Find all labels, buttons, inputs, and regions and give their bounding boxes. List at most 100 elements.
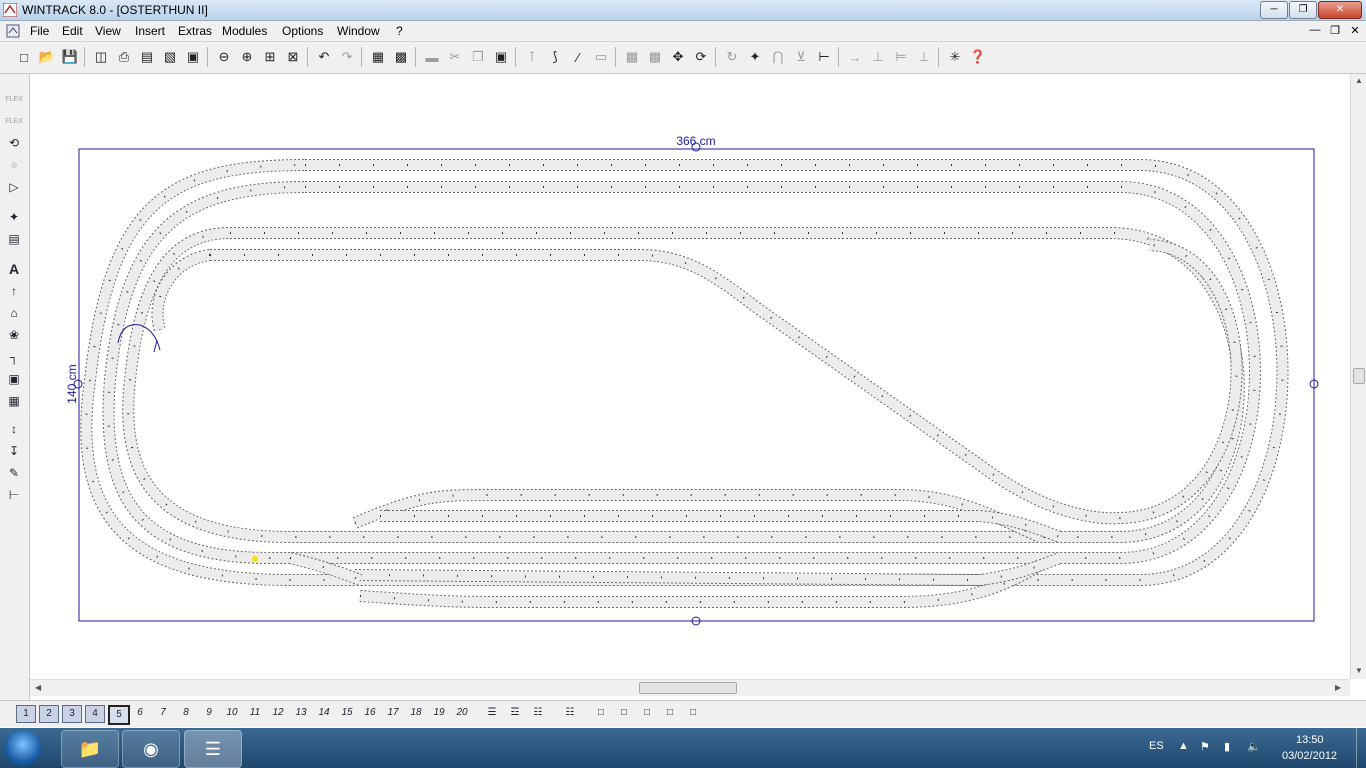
layer-17-button[interactable]: 17 [384,705,402,721]
print-preview-icon[interactable]: ◫ [91,47,111,67]
scenery-tool[interactable]: ❀ [4,326,24,344]
layer-11-button[interactable]: 11 [246,705,264,721]
frame-tool[interactable]: ⊢ [4,486,24,504]
menu-window[interactable]: Window [337,24,380,38]
menu-edit[interactable]: Edit [62,24,83,38]
redo-icon[interactable]: ↷ [337,47,357,67]
layer-19-button[interactable]: 19 [430,705,448,721]
layer-10-button[interactable]: 10 [223,705,241,721]
building-tool[interactable]: ⌂ [4,304,24,322]
pencil-tool[interactable]: ✎ [4,464,24,482]
switch-icon[interactable]: ⊺ [522,47,542,67]
clock-time[interactable]: 13:50 [1296,734,1324,746]
layer-color-icon[interactable]: ☲ [506,705,524,721]
print-setup-icon[interactable]: ▤ [137,47,157,67]
zoom-in-icon[interactable]: ⊕ [237,47,257,67]
network-icon[interactable]: ▮ [1224,740,1230,753]
view-1-icon[interactable]: □ [592,705,610,721]
scroll-left-icon[interactable]: ◀ [35,683,41,692]
view-3-icon[interactable]: □ [638,705,656,721]
view-5-icon[interactable]: □ [684,705,702,721]
doc-restore-button[interactable]: ❐ [1328,24,1342,37]
scroll-up-icon[interactable]: ▲ [1355,76,1363,85]
layer-1-button[interactable]: 1 [16,705,36,723]
cut-icon[interactable]: ✂ [445,47,465,67]
terrain-tool[interactable]: ▣ [4,370,24,388]
join-icon[interactable]: → [845,47,865,67]
open-icon[interactable]: 📂 [37,47,57,67]
copy-icon[interactable]: ❐ [468,47,488,67]
layers-stack-icon[interactable]: ☰ [483,705,501,721]
horizontal-scrollbar[interactable]: ◀ ▶ [30,679,1350,696]
crossing-tool[interactable]: ▷ [4,178,24,196]
menu-options[interactable]: Options [282,24,323,38]
help-icon[interactable]: ❓ [968,47,988,67]
layer-4-button[interactable]: 4 [85,705,105,723]
minimize-button[interactable]: ─ [1260,1,1288,19]
document-icon[interactable] [6,24,20,38]
connect-icon[interactable]: ⋂ [768,47,788,67]
maximize-button[interactable]: ❐ [1289,1,1317,19]
group-icon[interactable]: ▩ [622,47,642,67]
insert-track-icon[interactable]: ✦ [745,47,765,67]
layer-20-button[interactable]: 20 [453,705,471,721]
move-icon[interactable]: ✥ [668,47,688,67]
measure-icon[interactable]: ✳ [945,47,965,67]
language-indicator[interactable]: ES [1149,740,1164,752]
menu-help[interactable]: ? [396,24,403,38]
layer-8-button[interactable]: 8 [177,705,195,721]
chrome-icon[interactable]: ◉ [122,730,180,768]
layer-3-button[interactable]: 3 [62,705,82,723]
start-button[interactable] [5,730,41,766]
platform-tool[interactable]: ▤ [4,230,24,248]
layer-12-button[interactable]: 12 [269,705,287,721]
zoom-window-icon[interactable]: ⊞ [260,47,280,67]
layer-18-button[interactable]: 18 [407,705,425,721]
paste-icon[interactable]: ▣ [491,47,511,67]
flex-track-icon[interactable]: ∕ [568,47,588,67]
grid-icon[interactable]: ⊨ [891,47,911,67]
ungroup-icon[interactable]: ▩ [645,47,665,67]
menu-insert[interactable]: Insert [135,24,165,38]
label-tool[interactable]: ↑ [4,282,24,300]
layer-2-button[interactable]: 2 [39,705,59,723]
snap-icon[interactable]: ⊥ [914,47,934,67]
action-center-icon[interactable]: ⚑ [1200,740,1210,753]
vertical-scroll-thumb[interactable] [1353,368,1365,384]
scroll-down-icon[interactable]: ▼ [1355,666,1363,675]
explorer-icon[interactable]: 📁 [61,730,119,768]
landscape-tool[interactable]: ▦ [4,392,24,410]
layout-icon[interactable]: ▧ [160,47,180,67]
layer-13-button[interactable]: 13 [292,705,310,721]
clock-date[interactable]: 03/02/2012 [1282,750,1337,762]
flex-track-2-tool[interactable]: FLEX [4,112,24,130]
layout-canvas[interactable]: 366 cm 140 cm [30,74,1350,679]
menu-modules[interactable]: Modules [222,24,267,38]
signal-tool[interactable]: ✦ [4,208,24,226]
horizontal-scroll-thumb[interactable] [639,682,737,694]
new-icon[interactable]: □ [14,47,34,67]
picture-icon[interactable]: ▣ [183,47,203,67]
view-4-icon[interactable]: □ [661,705,679,721]
layer-9-button[interactable]: 9 [200,705,218,721]
menu-view[interactable]: View [95,24,121,38]
layer-15-button[interactable]: 15 [338,705,356,721]
height-tool[interactable]: ↕ [4,420,24,438]
layer-hide-icon[interactable]: ☷ [529,705,547,721]
volume-icon[interactable]: 🔈 [1247,740,1261,753]
close-button[interactable]: ✕ [1318,1,1362,19]
ramp-tool[interactable]: ↧ [4,442,24,460]
zoom-all-icon[interactable]: ⊠ [283,47,303,67]
layer-manager-icon[interactable]: ☷ [561,705,579,721]
align-icon[interactable]: ▭ [591,47,611,67]
print-icon[interactable]: ⎙ [114,47,134,67]
split-icon[interactable]: ⊻ [791,47,811,67]
show-desktop-button[interactable] [1356,728,1366,768]
track-plan[interactable]: 366 cm 140 cm [30,74,1350,679]
layer-6-button[interactable]: 6 [131,705,149,721]
turntable-tool[interactable]: ◎ [4,156,24,174]
layer-5-button[interactable]: 5 [108,705,130,725]
layer-14-button[interactable]: 14 [315,705,333,721]
doc-close-button[interactable]: ✕ [1348,24,1362,37]
zoom-out-icon[interactable]: ⊖ [214,47,234,67]
